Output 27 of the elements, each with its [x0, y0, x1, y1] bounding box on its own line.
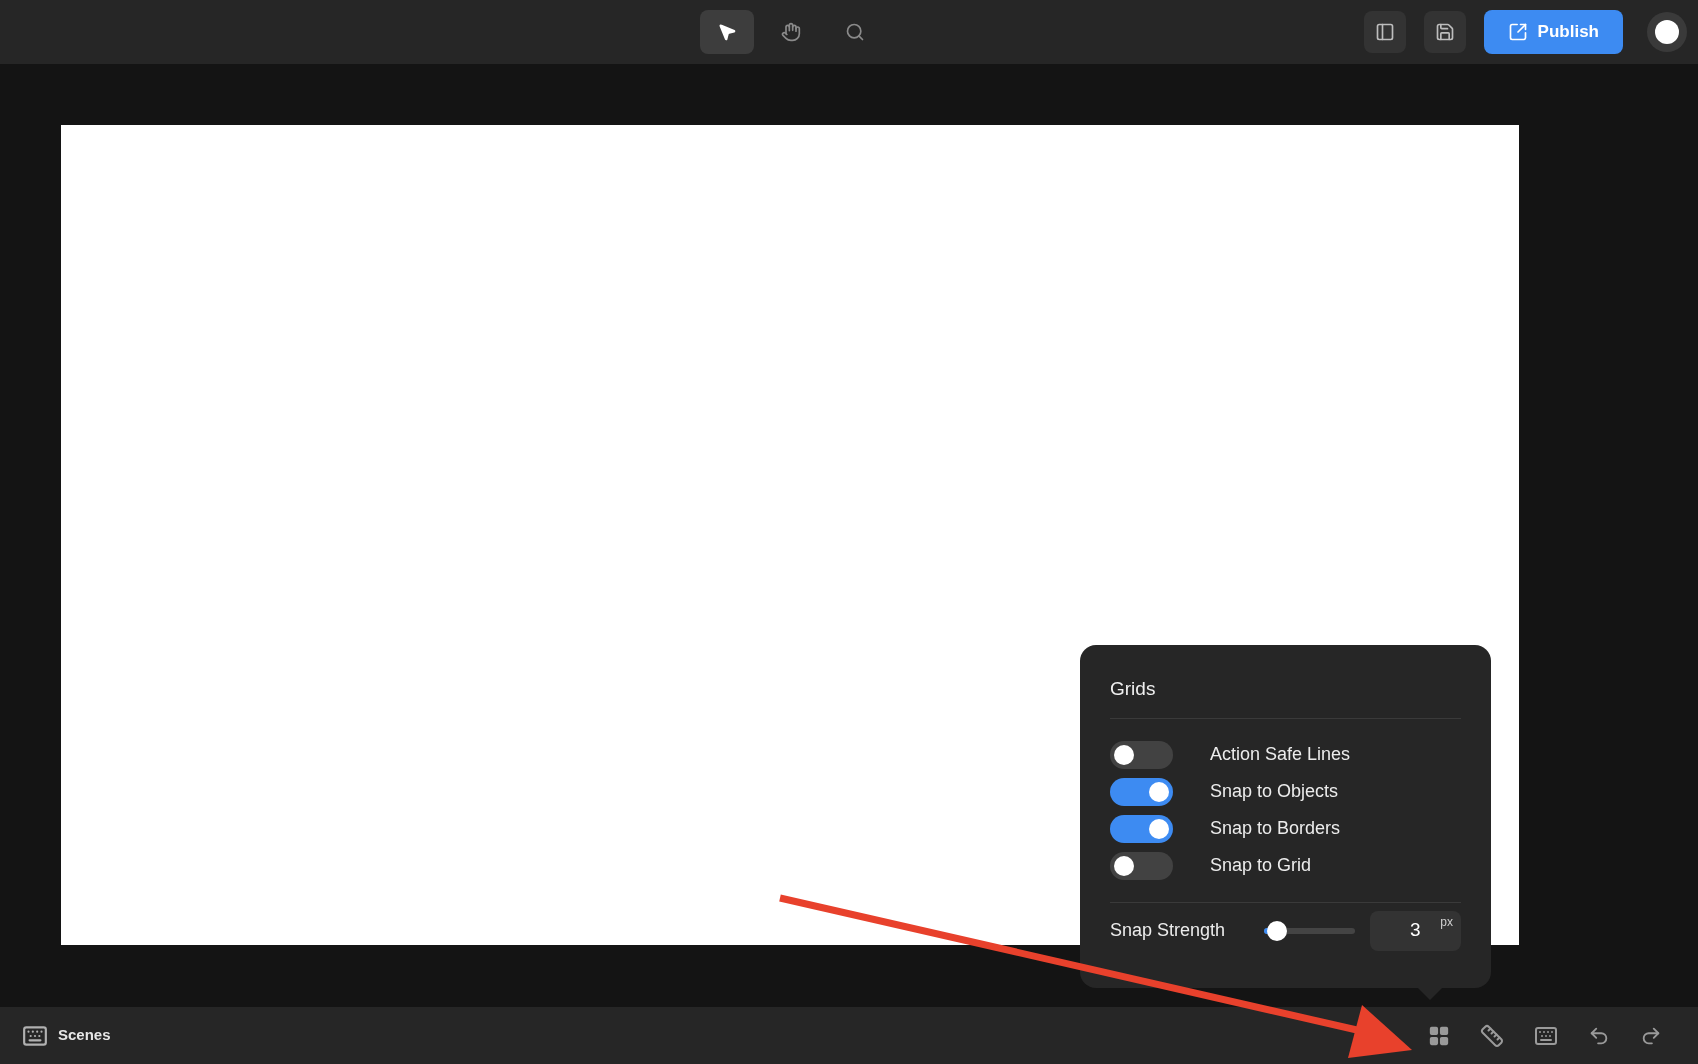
scenes-button[interactable]: Scenes: [22, 1022, 111, 1049]
pointer-tool-button[interactable]: [700, 10, 754, 54]
snap-strength-slider[interactable]: [1263, 919, 1355, 942]
save-button[interactable]: [1423, 11, 1466, 53]
snap-strength-label: Snap Strength: [1110, 919, 1227, 942]
popover-title: Grids: [1110, 677, 1157, 701]
toggle-label: Snap to Grid: [1210, 854, 1312, 877]
toggle-switch[interactable]: [1110, 851, 1173, 880]
toggle-label: Action Safe Lines: [1210, 743, 1351, 766]
ruler-icon[interactable]: [1480, 1023, 1504, 1048]
snap-strength-field[interactable]: 3 px: [1369, 910, 1461, 951]
panel-toggle-button[interactable]: [1363, 11, 1406, 53]
external-link-icon: [1507, 22, 1528, 42]
toggle-switch[interactable]: [1110, 814, 1173, 843]
unit-label: px: [1440, 913, 1453, 931]
hand-icon: [781, 22, 801, 42]
sidebar-icon: [1374, 22, 1395, 42]
grid-icon[interactable]: [1428, 1024, 1450, 1047]
avatar[interactable]: [1647, 12, 1687, 52]
pointer-icon: [717, 22, 737, 42]
toggle-label: Snap to Objects: [1210, 780, 1339, 803]
toggle-switch[interactable]: [1110, 740, 1173, 769]
toggle-label: Snap to Borders: [1210, 817, 1341, 840]
search-icon: [845, 22, 865, 42]
save-icon: [1434, 22, 1455, 42]
toggle-switch[interactable]: [1110, 777, 1173, 806]
slider-thumb[interactable]: [1267, 920, 1288, 941]
